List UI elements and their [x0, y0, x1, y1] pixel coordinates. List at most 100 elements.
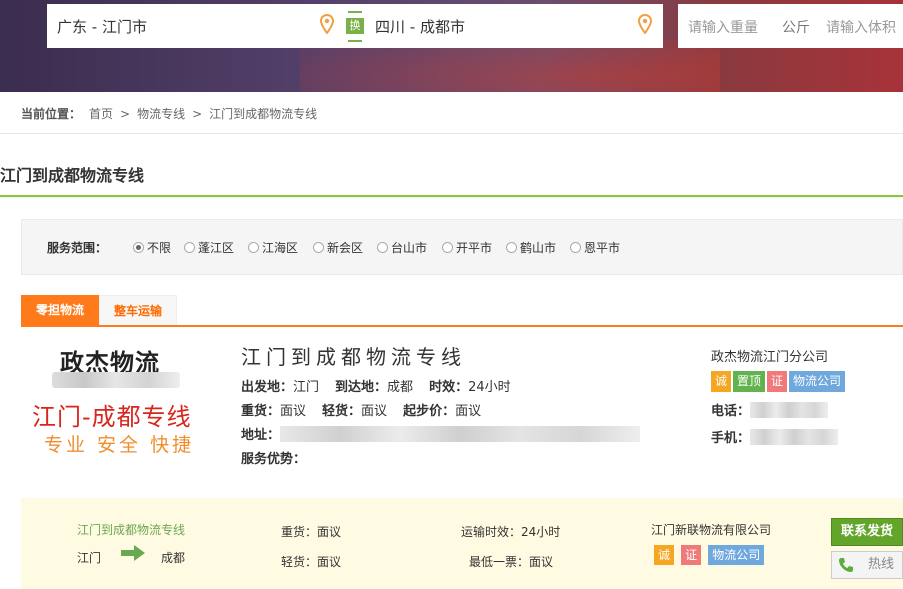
- address-label: 地址：: [241, 428, 281, 443]
- phone-blurred: [750, 402, 829, 418]
- phone-label: 电话：: [711, 404, 751, 419]
- address-blurred: [280, 426, 641, 442]
- logo-route: 江门-成都专线: [32, 403, 192, 431]
- radio-taishan[interactable]: 台山市: [377, 239, 427, 256]
- radio-all[interactable]: 不限: [133, 239, 171, 256]
- filter-label: 服务范围：: [47, 241, 108, 255]
- arrow-right-icon: [121, 545, 145, 561]
- listing2-route-link[interactable]: 江门到成都物流专线: [77, 521, 185, 538]
- header-banner: 广东 - 江门市 换 四川 - 成都市 请输入重量 公斤 请输入体积: [0, 0, 903, 92]
- weight-input[interactable]: 请输入重量: [688, 17, 758, 37]
- breadcrumb-separator: >: [120, 107, 131, 121]
- heavy-value: 面议: [280, 404, 307, 419]
- radio-xinhui[interactable]: 新会区: [313, 239, 363, 256]
- logo-blurred-text: [52, 372, 180, 388]
- company-name[interactable]: 政杰物流江门分公司: [711, 346, 828, 365]
- swap-arrow-icon: [348, 36, 362, 42]
- listing-row: 江门到成都物流专线 江门 成都 重货：面议 轻货：面议 运输时效：24小时 最低…: [21, 498, 903, 589]
- contact-ship-button[interactable]: 联系发货: [831, 518, 903, 546]
- radio-label: 鹤山市: [520, 241, 557, 255]
- light-label: 轻货：: [322, 404, 362, 419]
- hotline-label: 热线: [867, 557, 894, 572]
- light-value: 面议: [361, 404, 388, 419]
- listing2-time: 运输时效：24小时: [461, 525, 561, 539]
- time-value: 24小时: [468, 380, 511, 395]
- radio-label: 不限: [147, 241, 172, 255]
- divider: [0, 133, 903, 134]
- breadcrumb: 当前位置： 首页 > 物流专线 > 江门到成都物流专线: [21, 105, 317, 122]
- radio-icon: [184, 242, 195, 253]
- volume-input[interactable]: 请输入体积: [826, 17, 896, 37]
- listing-title[interactable]: 江门到成都物流专线: [241, 341, 466, 370]
- listing2-to: 成都: [161, 551, 186, 565]
- service-area-filter: 服务范围： 不限 蓬江区 江海区 新会区 台山市 开平市 鹤山市 恩平市: [21, 219, 903, 275]
- radio-icon: [248, 242, 259, 253]
- mobile-row: 手机：: [711, 427, 839, 446]
- radio-icon: [313, 242, 324, 253]
- certified-badge: 证: [767, 371, 788, 392]
- arrive-value: 成都: [387, 380, 414, 395]
- radio-label: 江海区: [262, 241, 299, 255]
- location-pin-icon[interactable]: [638, 14, 652, 34]
- radio-label: 台山市: [391, 241, 428, 255]
- listing-route-row: 出发地：江门 到达地：成都 时效：24小时: [241, 376, 511, 395]
- radio-kaiping[interactable]: 开平市: [442, 239, 492, 256]
- mobile-blurred: [750, 429, 839, 445]
- tab-ltl-logistics[interactable]: 零担物流: [21, 295, 99, 326]
- hotline-button[interactable]: 热线: [831, 551, 903, 579]
- listing2-company[interactable]: 江门新联物流有限公司: [651, 521, 771, 538]
- start-price-label: 起步价：: [403, 404, 456, 419]
- radio-icon: [570, 242, 581, 253]
- radio-enping[interactable]: 恩平市: [570, 239, 620, 256]
- weight-volume-box: 请输入重量 公斤 请输入体积: [678, 4, 903, 48]
- pinned-badge: 置顶: [733, 371, 766, 392]
- radio-jianghai[interactable]: 江海区: [248, 239, 298, 256]
- breadcrumb-home[interactable]: 首页: [89, 107, 113, 121]
- radio-label: 蓬江区: [198, 241, 235, 255]
- breadcrumb-separator: >: [192, 107, 203, 121]
- certified-badge: 证: [681, 545, 702, 565]
- radio-heshan[interactable]: 鹤山市: [506, 239, 556, 256]
- listing2-badges: 诚 证 物流公司: [654, 544, 766, 565]
- breadcrumb-logistics-lines[interactable]: 物流专线: [137, 107, 185, 121]
- listing-address-row: 地址：: [241, 424, 641, 443]
- depart-value: 江门: [293, 380, 320, 395]
- breadcrumb-label: 当前位置：: [21, 107, 82, 121]
- listing-advantage-row: 服务优势：: [241, 448, 306, 467]
- radio-label: 新会区: [327, 241, 364, 255]
- listing2-light: 轻货：面议: [281, 555, 342, 569]
- time-label: 时效：: [429, 380, 469, 395]
- listing2-min-ticket: 最低一票：面议: [469, 555, 554, 569]
- weight-unit: 公斤: [782, 20, 810, 36]
- radio-icon: [506, 242, 517, 253]
- listing2-from: 江门: [77, 551, 102, 565]
- logistics-company-badge: 物流公司: [708, 545, 765, 565]
- swap-route-button[interactable]: 换: [344, 10, 366, 42]
- route-search-box: 广东 - 江门市 换 四川 - 成都市: [47, 4, 663, 48]
- radio-label: 开平市: [456, 241, 493, 255]
- mobile-label: 手机：: [711, 431, 751, 446]
- location-pin-icon[interactable]: [320, 14, 334, 34]
- radio-icon: [377, 242, 388, 253]
- breadcrumb-current[interactable]: 江门到成都物流专线: [209, 107, 317, 121]
- logistics-company-badge: 物流公司: [789, 371, 846, 392]
- tab-full-truck[interactable]: 整车运输: [99, 295, 177, 326]
- destination-input[interactable]: 四川 - 成都市: [375, 16, 465, 37]
- origin-input[interactable]: 广东 - 江门市: [57, 16, 147, 37]
- start-price-value: 面议: [455, 404, 482, 419]
- radio-pengjiang[interactable]: 蓬江区: [184, 239, 234, 256]
- swap-arrow-icon: [348, 11, 362, 17]
- phone-row: 电话：: [711, 400, 829, 419]
- depart-label: 出发地：: [241, 380, 294, 395]
- advantage-label: 服务优势：: [241, 452, 307, 467]
- heavy-label: 重货：: [241, 404, 281, 419]
- logo-slogan: 专业 安全 快捷: [44, 434, 195, 456]
- tabs-underline: [21, 325, 903, 327]
- radio-label: 恩平市: [584, 241, 621, 255]
- arrive-label: 到达地：: [335, 380, 388, 395]
- listing-price-row: 重货：面议 轻货：面议 起步价：面议: [241, 400, 481, 419]
- company-logo[interactable]: 政杰物流 江门-成都专线 专业 安全 快捷: [22, 337, 212, 462]
- page-title: 江门到成都物流专线: [0, 166, 145, 185]
- phone-icon: [839, 558, 853, 572]
- radio-icon: [442, 242, 453, 253]
